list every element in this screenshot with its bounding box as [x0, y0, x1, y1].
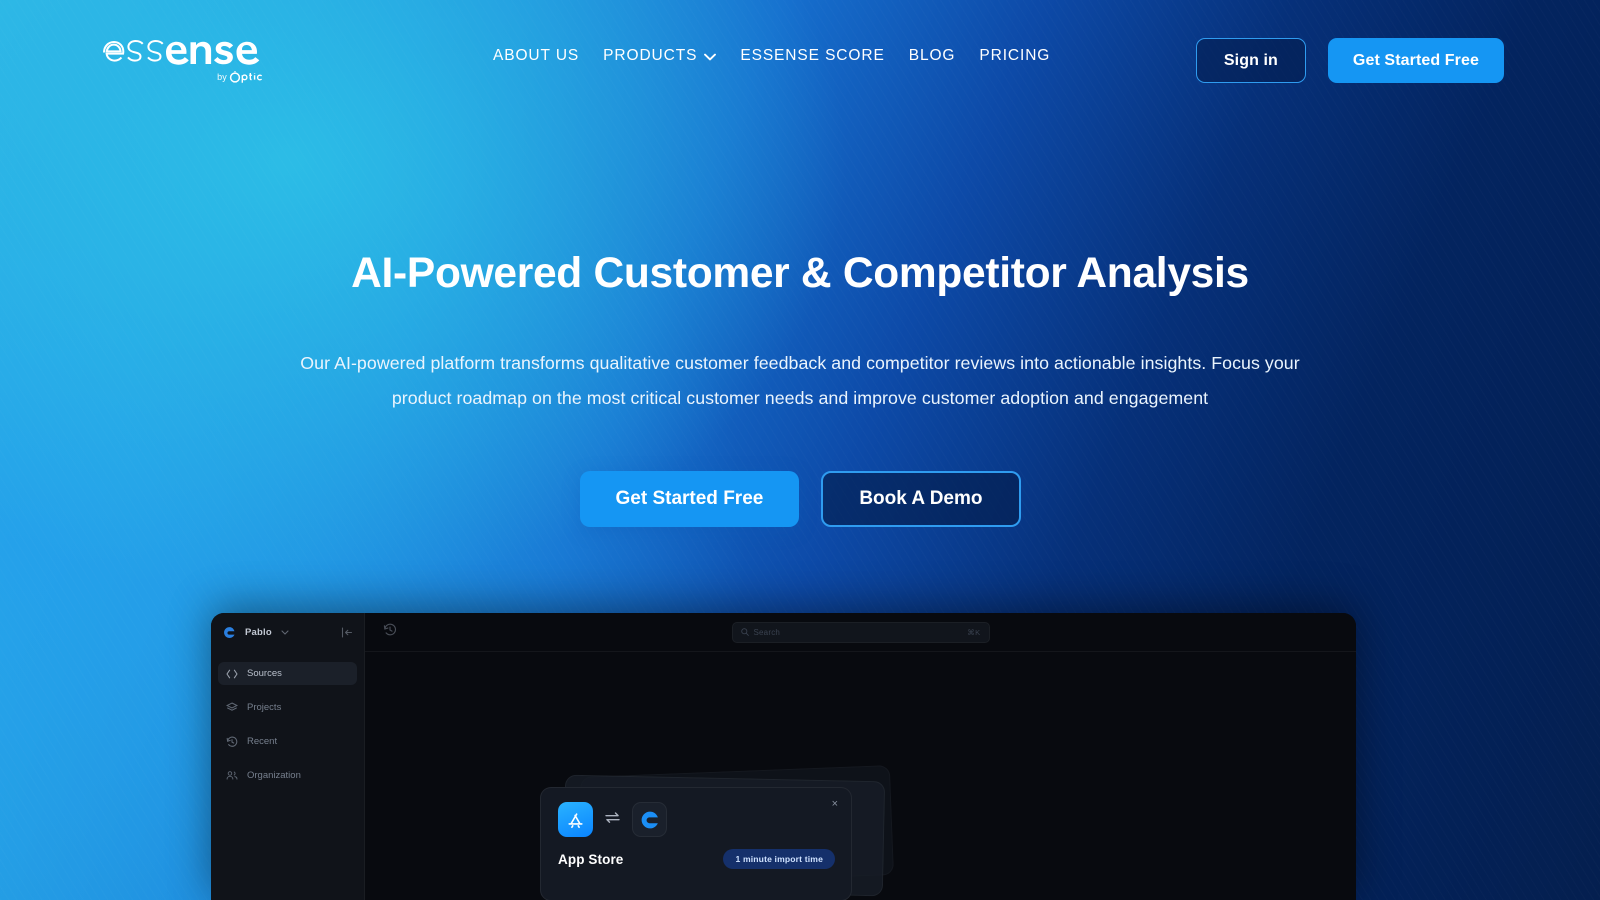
hero-title: AI-Powered Customer & Competitor Analysi… [351, 250, 1249, 297]
app-sidebar-nav: Sources Projects Recent Organization [211, 662, 364, 787]
import-time-badge: 1 minute import time [723, 849, 835, 869]
search-icon [740, 628, 749, 636]
workspace-chevron-down-icon[interactable] [281, 630, 289, 635]
optic-wordmark-icon [229, 71, 263, 83]
import-source-modal: × App Store 1 minute import time [540, 787, 852, 900]
hero-get-started-button[interactable]: Get Started Free [579, 471, 800, 528]
essense-e-icon [222, 625, 237, 640]
sidebar-item-label: Sources [247, 668, 282, 679]
brand-logo[interactable]: by [100, 34, 270, 83]
nav-item-pricing[interactable]: PRICING [979, 47, 1050, 65]
main-navigation: ABOUT US PRODUCTS ESSENSE SCORE BLOG PRI… [493, 47, 1050, 65]
people-icon [226, 770, 238, 782]
hero-book-demo-button[interactable]: Book A Demo [821, 471, 1021, 528]
app-preview-window: Pablo Sources Projects Recent Organizati… [211, 613, 1356, 900]
essense-e-icon [632, 802, 667, 837]
sidebar-item-sources[interactable]: Sources [218, 662, 357, 685]
brand-tagline-by: by [217, 72, 227, 82]
sidebar-item-projects[interactable]: Projects [218, 696, 357, 719]
clock-history-icon [226, 736, 238, 748]
nav-label: ABOUT US [493, 47, 580, 64]
nav-label: PRODUCTS [603, 47, 698, 64]
hero-subtitle: Our AI-powered platform transforms quali… [300, 352, 1300, 409]
chevron-down-icon [704, 53, 717, 61]
import-card-footer: App Store 1 minute import time [558, 849, 835, 869]
app-search-placeholder: Search [753, 627, 781, 637]
import-icon-row [558, 802, 835, 837]
layers-icon [226, 702, 238, 714]
hero-cta-group: Get Started Free Book A Demo [0, 471, 1600, 528]
app-workspace-header[interactable]: Pablo [211, 613, 364, 652]
header-actions: Sign in Get Started Free [1195, 38, 1504, 83]
close-icon[interactable]: × [832, 799, 838, 810]
sidebar-item-organization[interactable]: Organization [218, 764, 357, 787]
nav-label: BLOG [908, 47, 956, 64]
import-card-stack: × App Store 1 minute import time [540, 765, 970, 900]
brand-tagline: by [217, 71, 267, 83]
workspace-name: Pablo [245, 627, 272, 638]
nav-item-products[interactable]: PRODUCTS [603, 47, 717, 65]
app-main-area: Search ⌘K × App Store 1 minute import ti… [365, 613, 1356, 900]
nav-label: PRICING [979, 47, 1051, 64]
header-get-started-button[interactable]: Get Started Free [1327, 38, 1504, 83]
sidebar-item-recent[interactable]: Recent [218, 730, 357, 753]
sign-in-button[interactable]: Sign in [1195, 38, 1306, 83]
app-topbar: Search ⌘K [365, 613, 1356, 652]
sidebar-item-label: Recent [247, 736, 278, 747]
history-icon[interactable] [383, 623, 397, 642]
app-search-field[interactable]: Search ⌘K [731, 621, 990, 643]
collapse-sidebar-icon[interactable] [341, 627, 353, 638]
app-store-icon [558, 802, 593, 837]
swap-arrows-icon [604, 811, 621, 829]
sidebar-item-label: Organization [247, 770, 301, 781]
nav-item-about-us[interactable]: ABOUT US [493, 47, 579, 65]
nav-item-blog[interactable]: BLOG [909, 47, 956, 65]
app-search-shortcut: ⌘K [967, 627, 981, 637]
code-brackets-icon [226, 668, 238, 680]
nav-label: ESSENSE SCORE [740, 47, 885, 64]
sidebar-item-label: Projects [247, 702, 282, 713]
essense-wordmark-icon [103, 39, 260, 65]
import-source-name: App Store [558, 851, 624, 867]
site-header: by ABOUT US PRODUCTS ESSENSE SCORE BLOG … [0, 0, 1600, 122]
nav-item-essense-score[interactable]: ESSENSE SCORE [740, 47, 884, 65]
app-sidebar: Pablo Sources Projects Recent Organizati… [211, 613, 365, 900]
